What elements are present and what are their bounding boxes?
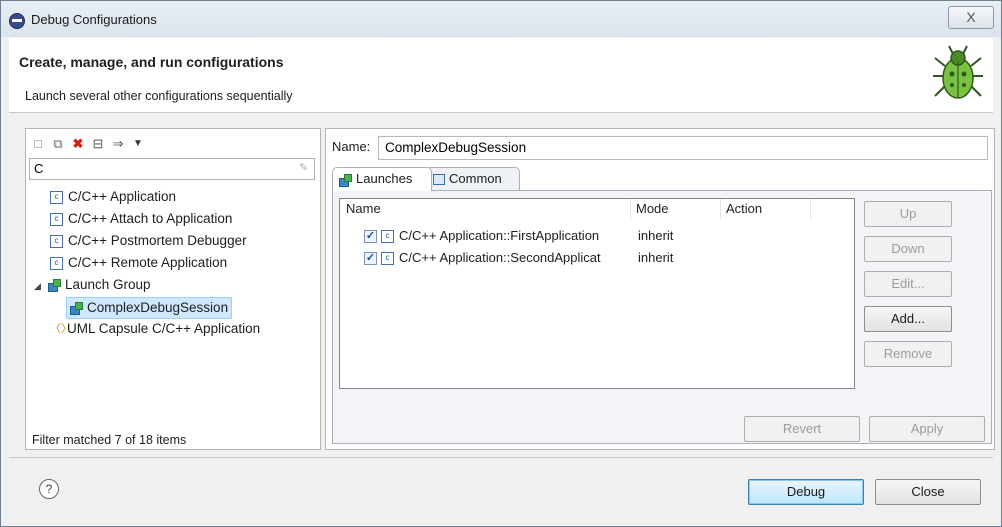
launch-group-icon: [48, 279, 61, 293]
table-header: Name Mode Action: [340, 199, 854, 219]
title-bar: Debug Configurations X: [1, 1, 1001, 37]
revert-button[interactable]: Revert: [744, 416, 860, 442]
row-mode: inherit: [638, 228, 674, 243]
window-title: Debug Configurations: [31, 12, 157, 27]
table-row[interactable]: ✓ c C/C++ Application::FirstApplication in…: [340, 225, 854, 247]
configurations-panel: □ ⧉ ✖ ⊟ ⇒ ▼ ✎ cC/C++ Application cC/C++ …: [25, 128, 321, 450]
c-config-icon: c: [50, 190, 63, 204]
launch-group-icon: [70, 302, 83, 316]
c-config-icon: c: [381, 252, 394, 266]
up-button[interactable]: Up: [864, 201, 952, 227]
uml-capsule-icon: 〈〉: [50, 323, 72, 336]
filter-input[interactable]: [30, 159, 288, 177]
collapse-all-icon[interactable]: ⊟: [90, 136, 106, 152]
config-editor-panel: Name: Launches Common Name Mode Action: [325, 128, 995, 450]
tree-item-cpp-attach[interactable]: c C/C++ Attach to Application: [50, 209, 232, 229]
column-header-action[interactable]: Action: [720, 199, 811, 219]
debug-bug-icon: [933, 45, 983, 99]
eclipse-icon: [9, 13, 25, 29]
row-name: C/C++ Application::FirstApplication: [399, 228, 600, 243]
remove-button[interactable]: Remove: [864, 341, 952, 367]
row-checkbox[interactable]: ✓: [364, 230, 377, 244]
c-config-icon: c: [50, 212, 63, 226]
add-button[interactable]: Add...: [864, 306, 952, 332]
chevron-down-icon[interactable]: ▼: [130, 136, 146, 152]
clear-filter-icon[interactable]: ✎: [299, 161, 311, 175]
c-config-icon: c: [381, 230, 394, 244]
name-input[interactable]: [379, 137, 986, 157]
tree-item-uml-capsule[interactable]: 〈〉UML Capsule C/C++ Application: [50, 319, 260, 339]
filter-icon[interactable]: ⇒: [110, 136, 126, 152]
config-toolbar: □ ⧉ ✖ ⊟ ⇒ ▼: [30, 134, 146, 154]
delete-config-icon[interactable]: ✖: [70, 136, 86, 152]
name-field[interactable]: [378, 136, 988, 160]
column-header-name[interactable]: Name: [340, 199, 631, 219]
expand-arrow-icon[interactable]: ◢: [34, 276, 44, 296]
help-icon[interactable]: ?: [39, 479, 59, 499]
name-label: Name:: [332, 139, 371, 154]
row-mode: inherit: [638, 250, 674, 265]
footer-separator: [9, 457, 993, 458]
tree-item-complex-debug-session[interactable]: ComplexDebugSession: [66, 297, 233, 319]
c-config-icon: c: [50, 234, 63, 248]
tab-launches[interactable]: Launches: [332, 167, 432, 191]
dialog-header: Create, manage, and run configurations L…: [9, 38, 993, 113]
table-row[interactable]: ✓ c C/C++ Application::SecondApplicat inhe…: [340, 247, 854, 269]
row-checkbox[interactable]: ✓: [364, 252, 377, 266]
launches-tab-content: Name Mode Action ✓ c C/C++ Application::Fi…: [332, 190, 992, 444]
tab-bar: Launches Common: [332, 167, 992, 191]
tree-item-cpp-application[interactable]: c C/C++ Application: [50, 187, 176, 207]
common-tab-icon: [433, 174, 445, 186]
tree-item-cpp-remote[interactable]: c C/C++ Remote Application: [50, 253, 227, 273]
tree-item-launch-group[interactable]: ◢ Launch Group: [34, 275, 151, 295]
filter-status: Filter matched 7 of 18 items: [32, 433, 187, 447]
filter-field[interactable]: ✎: [29, 158, 315, 180]
tab-common[interactable]: Common: [426, 167, 520, 190]
close-button[interactable]: Close: [875, 479, 981, 505]
debug-button[interactable]: Debug: [748, 479, 864, 505]
duplicate-config-icon[interactable]: ⧉: [50, 136, 66, 152]
tree-item-cpp-postmortem[interactable]: c C/C++ Postmortem Debugger: [50, 231, 247, 251]
row-name: C/C++ Application::SecondApplicat: [399, 250, 601, 265]
new-config-icon[interactable]: □: [30, 136, 46, 152]
launch-group-icon: [339, 173, 352, 187]
launches-table: Name Mode Action ✓ c C/C++ Application::Fi…: [339, 198, 855, 389]
edit-button[interactable]: Edit...: [864, 271, 952, 297]
debug-configurations-dialog: Debug Configurations X Create, manage, a…: [0, 0, 1002, 527]
c-config-icon: c: [50, 256, 63, 270]
down-button[interactable]: Down: [864, 236, 952, 262]
column-header-mode[interactable]: Mode: [630, 199, 721, 219]
close-window-button[interactable]: X: [948, 6, 994, 29]
header-subtitle: Launch several other configurations sequ…: [25, 89, 293, 103]
header-title: Create, manage, and run configurations: [19, 54, 284, 70]
apply-button[interactable]: Apply: [869, 416, 985, 442]
